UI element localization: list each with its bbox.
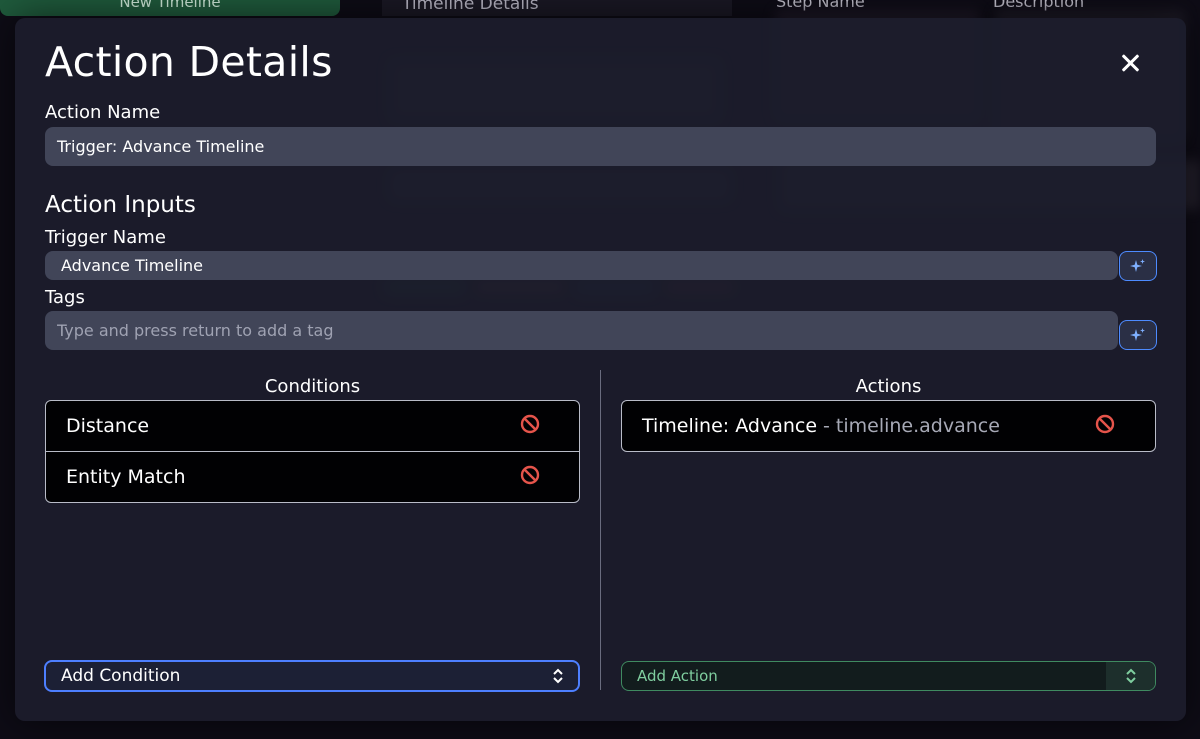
conditions-list: Distance Entity Match [45, 400, 580, 503]
add-action-label: Add Action [637, 667, 718, 685]
sparkle-icon [1130, 259, 1145, 272]
condition-label: Entity Match [66, 465, 186, 488]
action-name-field[interactable]: Trigger: Advance Timeline [45, 127, 1156, 166]
close-icon[interactable] [1115, 48, 1145, 78]
condition-item-distance[interactable]: Distance [46, 401, 579, 451]
actions-heading: Actions [855, 376, 922, 397]
modal-title: Action Details [45, 38, 333, 86]
new-timeline-button[interactable]: New Timeline [0, 0, 340, 16]
add-action-select[interactable]: Add Action [621, 661, 1156, 691]
condition-item-entity-match[interactable]: Entity Match [46, 451, 579, 501]
condition-label: Distance [66, 415, 150, 437]
action-details-modal: Action Details Action Name Trigger: Adva… [15, 18, 1186, 721]
column-divider [600, 370, 601, 690]
conditions-heading: Conditions [264, 376, 361, 397]
action-label: Timeline: Advance [642, 415, 818, 437]
sparkle-icon [1130, 328, 1145, 341]
chevron-up-down-icon [1106, 662, 1155, 690]
action-name-value: Trigger: Advance Timeline [57, 137, 265, 156]
actions-list: Timeline: Advance - timeline.advance [621, 400, 1156, 452]
trigger-name-field[interactable]: Advance Timeline [45, 251, 1118, 280]
action-name-label: Action Name [45, 102, 161, 123]
timeline-details-title: Timeline Details [382, 0, 732, 16]
prohibited-icon[interactable] [519, 464, 541, 486]
add-condition-label: Add Condition [61, 666, 181, 686]
tags-input[interactable] [45, 311, 1118, 350]
chevron-up-down-icon [546, 662, 570, 690]
trigger-name-magic-button[interactable] [1119, 251, 1157, 281]
action-id: timeline.advance [835, 415, 1000, 437]
trigger-name-value: Advance Timeline [61, 256, 203, 275]
prohibited-icon[interactable] [519, 413, 541, 435]
prohibited-icon[interactable] [1094, 413, 1116, 435]
trigger-name-label: Trigger Name [45, 227, 166, 248]
action-item-timeline-advance[interactable]: Timeline: Advance - timeline.advance [622, 401, 1155, 451]
add-condition-select[interactable]: Add Condition [44, 660, 580, 692]
action-separator: - [823, 415, 830, 437]
action-inputs-heading: Action Inputs [45, 192, 196, 218]
tags-magic-button[interactable] [1119, 320, 1157, 350]
tags-label: Tags [45, 287, 85, 308]
